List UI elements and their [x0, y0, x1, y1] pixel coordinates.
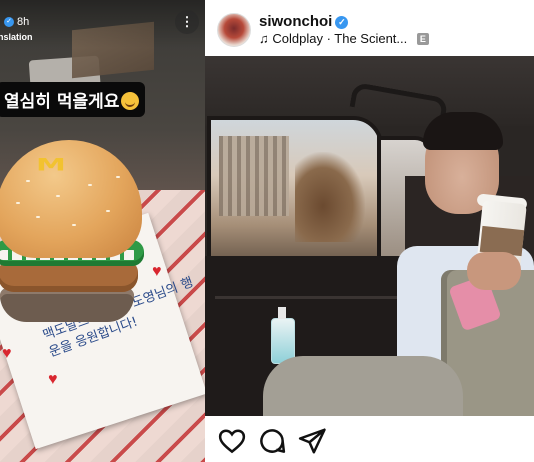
burger-cake: M	[0, 140, 154, 340]
share-button[interactable]	[297, 426, 327, 456]
comment-icon	[260, 429, 286, 453]
smile-emoji-icon	[121, 92, 140, 110]
avatar[interactable]	[217, 13, 251, 47]
explicit-badge: E	[416, 33, 429, 45]
heart-icon	[218, 429, 246, 454]
story-panel[interactable]: ♥ ♥ ♥ 맥도날드가 NCT 도영님의 행운을 응원합니다! M ✓8h ns…	[0, 0, 205, 462]
music-info[interactable]: ♫ Coldplay · The Scient... E	[259, 31, 429, 46]
story-timestamp: ✓ 8h	[4, 16, 29, 28]
music-title[interactable]: Coldplay · The Scient...	[272, 31, 407, 46]
mcdonalds-logo-icon: M	[36, 155, 66, 176]
bun-top: M	[0, 140, 142, 258]
hair	[423, 112, 503, 150]
story-caption: 열심히 먹을게요	[0, 82, 146, 117]
verified-badge-icon: ✓	[4, 17, 14, 28]
patty	[0, 262, 138, 292]
music-note-icon: ♫	[259, 31, 269, 46]
verified-badge-icon: ✓	[335, 16, 349, 29]
post-username[interactable]: siwonchoi ✓	[259, 13, 349, 30]
door-trim	[215, 296, 405, 299]
send-icon	[298, 428, 326, 454]
heart-decoration-icon: ♥	[2, 345, 12, 362]
see-translation-link[interactable]: nslation	[0, 32, 33, 42]
hand	[467, 252, 521, 290]
post-actions	[205, 420, 534, 462]
heart-decoration-icon: ♥	[48, 371, 58, 388]
tree	[295, 152, 365, 242]
like-button[interactable]	[217, 426, 247, 456]
pants	[263, 356, 463, 416]
post-photo[interactable]	[205, 56, 534, 416]
bun-bottom	[0, 288, 134, 322]
building	[219, 136, 289, 216]
post-panel: siwonchoi ✓ ♫ Coldplay · The Scient... E	[205, 0, 534, 462]
comment-button[interactable]	[257, 426, 287, 456]
more-options-icon[interactable]: ⋮	[175, 10, 199, 34]
